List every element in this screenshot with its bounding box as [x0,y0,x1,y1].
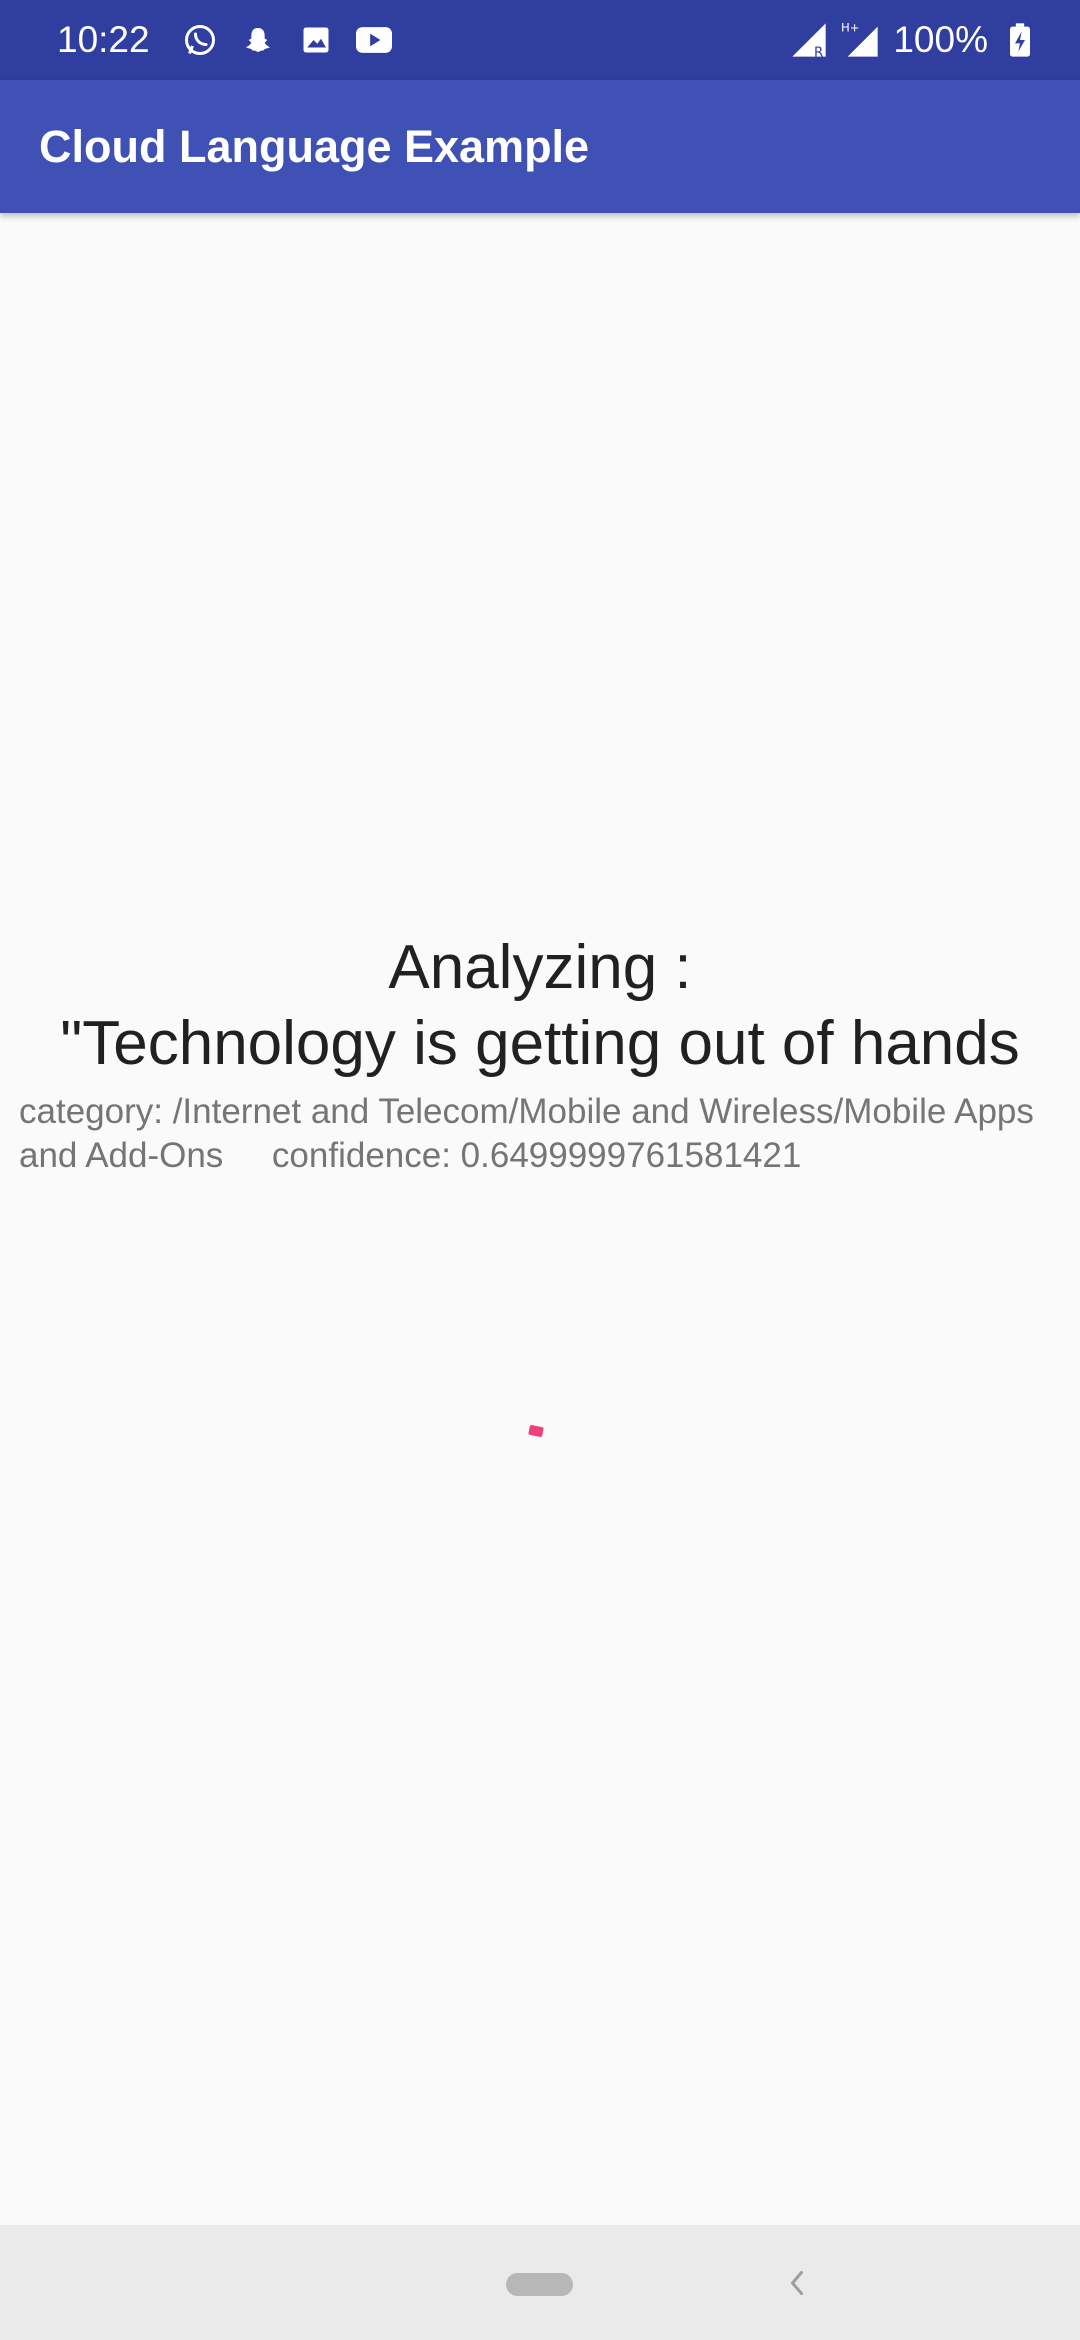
analyzing-heading: Analyzing : [388,933,692,1002]
main-content: Analyzing : "Technology is getting out o… [0,213,1080,2225]
status-right-group: R H+ 100% [789,19,1040,61]
app-title: Cloud Language Example [39,120,590,172]
svg-text:R: R [814,46,823,60]
analyzed-text: "Technology is getting out of hands [60,1009,1020,1078]
classification-result: category: /Internet and Telecom/Mobile a… [19,1092,1044,1175]
battery-percentage: 100% [893,19,988,60]
svg-text:H+: H+ [841,21,860,35]
signal-roaming-icon: R [789,20,829,60]
snapchat-icon [238,20,278,60]
whatsapp-icon [180,20,220,60]
status-left-group: 10:22 [57,19,394,61]
back-button[interactable] [782,2263,812,2303]
status-bar: 10:22 R H+ 100% [0,0,1080,80]
battery-charging-icon [1000,20,1040,60]
signal-hplus-icon: H+ [841,20,881,60]
home-pill-button[interactable] [506,2273,573,2296]
gallery-icon [296,20,336,60]
youtube-icon [354,20,394,60]
status-time: 10:22 [57,19,150,60]
navigation-bar [0,2225,1080,2340]
progress-spinner [528,1424,544,1438]
chevron-left-icon [790,2271,803,2295]
app-bar: Cloud Language Example [0,80,1080,213]
